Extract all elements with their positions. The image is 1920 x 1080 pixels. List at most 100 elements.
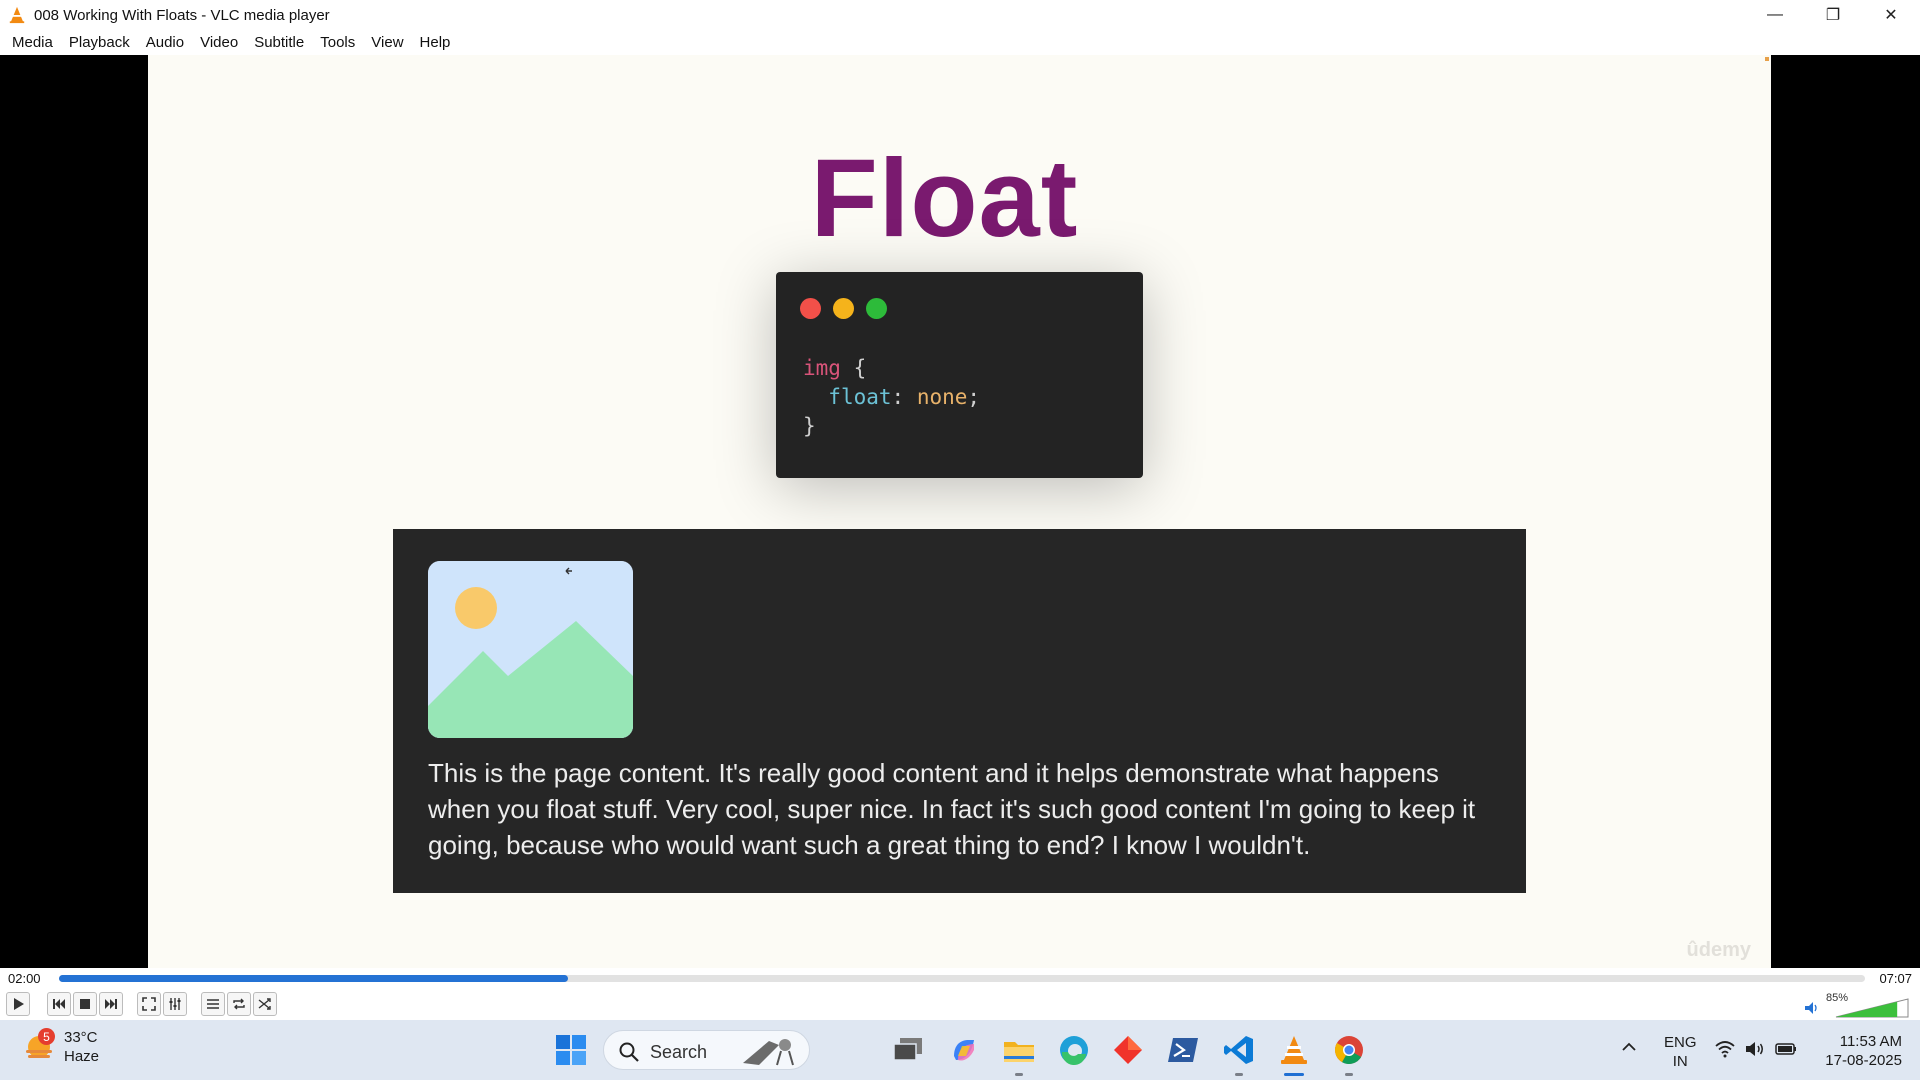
- system-clock[interactable]: 11:53 AM 17-08-2025: [1812, 1032, 1902, 1070]
- previous-icon: [53, 999, 65, 1009]
- udemy-watermark: ûdemy: [1686, 939, 1751, 961]
- video-surface[interactable]: Float img { float: none; } This is the p…: [0, 55, 1920, 968]
- clock-time: 11:53 AM: [1839, 1033, 1902, 1050]
- menu-media[interactable]: Media: [4, 30, 61, 55]
- frame-corner-mark: [1765, 57, 1769, 61]
- search-label: Search: [650, 1042, 708, 1062]
- stop-icon: [80, 999, 90, 1009]
- menu-video[interactable]: Video: [192, 30, 246, 55]
- red-dot-icon: [800, 298, 821, 319]
- search-icon: [619, 1042, 639, 1062]
- volume-ramp: [1835, 998, 1909, 1018]
- red-diamond-app-icon: [1114, 1036, 1142, 1064]
- sun-haze-icon: 5: [22, 1028, 56, 1064]
- seek-slider[interactable]: [59, 975, 1865, 982]
- code-close-brace: }: [803, 414, 816, 438]
- title-bar: 008 Working With Floats - VLC media play…: [0, 0, 1920, 30]
- weather-widget[interactable]: 5 33°C Haze: [22, 1028, 99, 1066]
- minimize-button[interactable]: —: [1746, 0, 1804, 30]
- menu-bar: Media Playback Audio Video Subtitle Tool…: [0, 30, 1920, 55]
- next-button[interactable]: [99, 992, 123, 1016]
- next-icon: [105, 999, 117, 1009]
- running-indicator: [1015, 1073, 1023, 1076]
- loop-button[interactable]: [227, 992, 251, 1016]
- taskbar-search[interactable]: Search: [603, 1030, 810, 1070]
- taskbar-chrome[interactable]: [1329, 1030, 1369, 1076]
- fullscreen-button[interactable]: [137, 992, 161, 1016]
- code-property: float: [828, 385, 892, 409]
- task-view-icon: [893, 1038, 922, 1061]
- restore-button[interactable]: ❐: [1804, 0, 1862, 30]
- taskbar-vscode[interactable]: [1219, 1030, 1259, 1076]
- weather-alert-badge: 5: [38, 1028, 55, 1045]
- taskbar-edge[interactable]: [1054, 1030, 1094, 1070]
- edge-browser-icon: [1060, 1036, 1088, 1066]
- powershell-icon: [1168, 1038, 1198, 1062]
- battery-icon: [1775, 1043, 1796, 1055]
- taskbar-copilot[interactable]: [944, 1030, 984, 1070]
- code-selector: img: [803, 356, 841, 380]
- clock-date: 17-08-2025: [1825, 1052, 1902, 1069]
- chrome-browser-icon: [1335, 1036, 1363, 1064]
- code-open-brace: {: [840, 356, 867, 380]
- shuffle-button[interactable]: [253, 992, 277, 1016]
- menu-audio[interactable]: Audio: [138, 30, 192, 55]
- video-frame: Float img { float: none; } This is the p…: [148, 55, 1771, 968]
- taskbar-git-tool[interactable]: [1108, 1030, 1148, 1070]
- taskbar-powershell[interactable]: [1163, 1030, 1203, 1070]
- vscode-icon: [1224, 1036, 1253, 1064]
- previous-button[interactable]: [47, 992, 71, 1016]
- close-button[interactable]: ✕: [1862, 0, 1920, 30]
- taskbar: 5 33°C Haze Search ENG IN 11:53 AM 17-08…: [0, 1020, 1920, 1080]
- menu-tools[interactable]: Tools: [312, 30, 363, 55]
- demo-container: This is the page content. It's really go…: [393, 529, 1526, 893]
- volume-slider[interactable]: 85%: [1804, 992, 1914, 1018]
- total-time: 07:07: [1879, 971, 1912, 986]
- wifi-icon: [1715, 1041, 1735, 1058]
- menu-playback[interactable]: Playback: [61, 30, 138, 55]
- seek-progress: [59, 975, 569, 982]
- menu-help[interactable]: Help: [412, 30, 459, 55]
- window-dots: [800, 298, 887, 319]
- taskbar-vlc[interactable]: [1274, 1030, 1314, 1076]
- equalizer-icon: [169, 998, 181, 1010]
- playlist-button[interactable]: [201, 992, 225, 1016]
- shuffle-icon: [258, 998, 271, 1010]
- extended-settings-button[interactable]: [163, 992, 187, 1016]
- fullscreen-icon: [142, 997, 156, 1011]
- menu-view[interactable]: View: [363, 30, 411, 55]
- system-tray[interactable]: [1715, 1040, 1797, 1058]
- code-snippet: img { float: none; }: [803, 354, 980, 441]
- taskbar-file-explorer[interactable]: [999, 1030, 1039, 1076]
- vlc-cone-icon: [1281, 1036, 1307, 1064]
- weather-description: Haze: [64, 1048, 100, 1065]
- green-dot-icon: [866, 298, 887, 319]
- elapsed-time: 02:00: [8, 971, 41, 986]
- active-indicator: [1284, 1073, 1304, 1076]
- speaker-icon: [1805, 1002, 1817, 1014]
- code-semicolon: ;: [967, 385, 981, 409]
- yellow-dot-icon: [833, 298, 854, 319]
- window-title: 008 Working With Floats - VLC media play…: [34, 6, 330, 24]
- copilot-icon: [954, 1040, 974, 1061]
- start-button[interactable]: [553, 1032, 589, 1068]
- menu-subtitle[interactable]: Subtitle: [246, 30, 312, 55]
- image-placeholder-icon: [428, 561, 633, 738]
- running-indicator: [1235, 1073, 1243, 1076]
- code-window: img { float: none; }: [776, 272, 1143, 478]
- region-code: IN: [1672, 1053, 1688, 1070]
- demo-paragraph: This is the page content. It's really go…: [428, 758, 1476, 860]
- seek-row: 02:00 07:07: [0, 968, 1920, 988]
- code-value: none: [916, 385, 968, 409]
- vlc-cone-icon: [6, 4, 28, 26]
- volume-tray-icon: [1746, 1042, 1763, 1056]
- language-code: ENG: [1664, 1034, 1697, 1051]
- search-highlight-art-icon: [743, 1039, 794, 1066]
- language-indicator[interactable]: ENG IN: [1664, 1033, 1697, 1071]
- running-indicator: [1345, 1073, 1353, 1076]
- show-hidden-icons-chevron-icon[interactable]: [1620, 1038, 1638, 1056]
- play-icon: [14, 998, 24, 1010]
- task-view-button[interactable]: [888, 1030, 928, 1070]
- stop-button[interactable]: [73, 992, 97, 1016]
- play-button[interactable]: [6, 992, 30, 1016]
